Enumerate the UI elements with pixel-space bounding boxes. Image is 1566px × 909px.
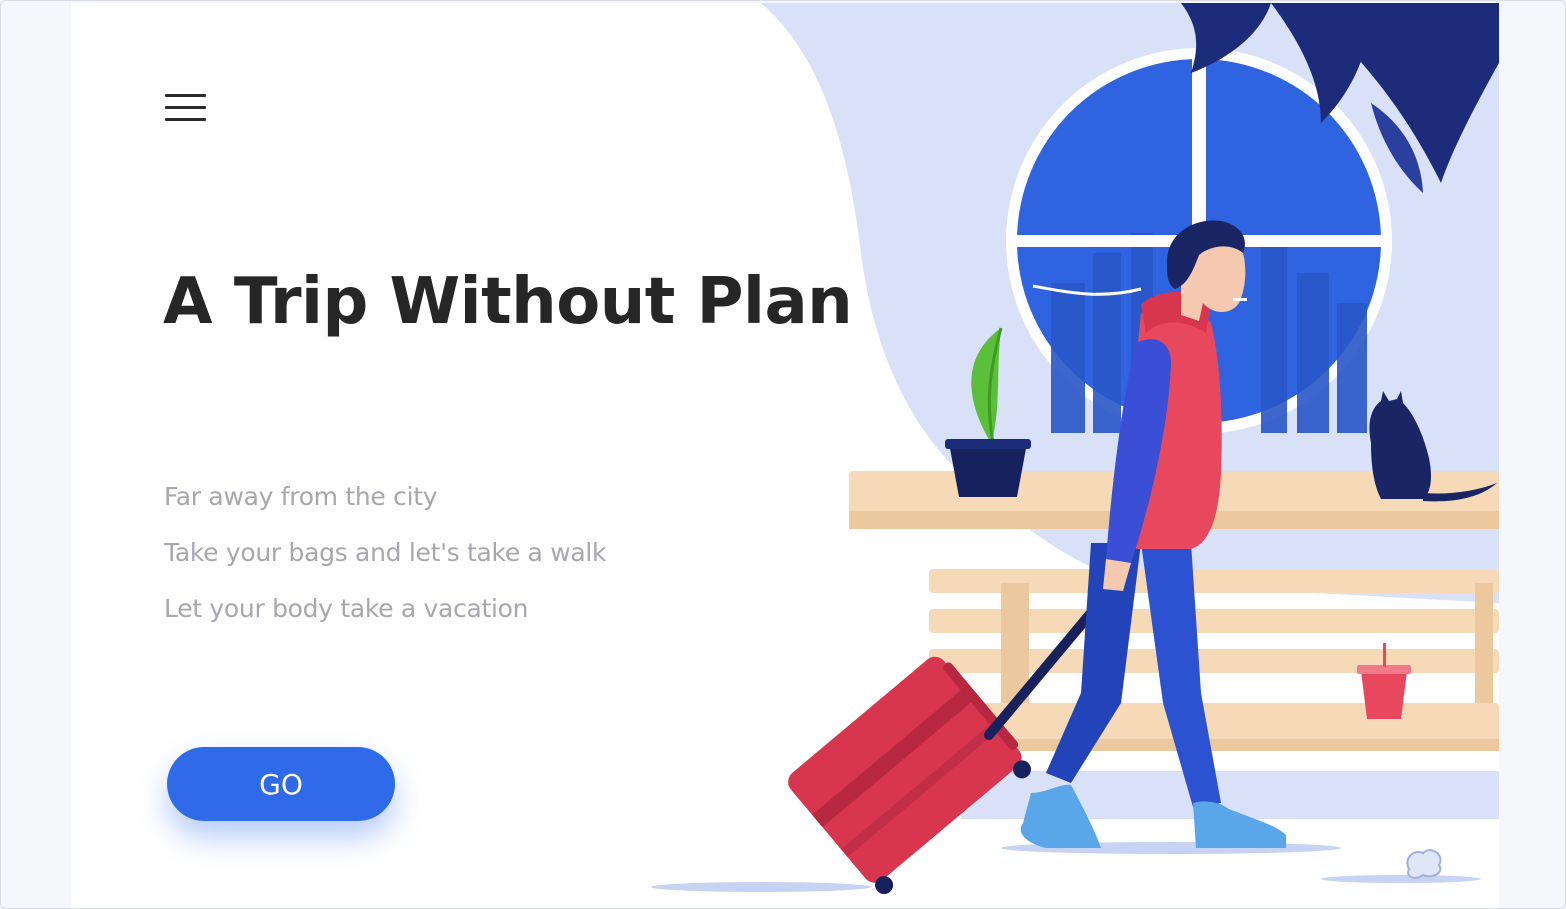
app-frame: A Trip Without Plan Far away from the ci…: [0, 0, 1566, 909]
tagline-item: Take your bags and let's take a walk: [164, 538, 607, 567]
tagline-list: Far away from the city Take your bags an…: [164, 469, 607, 637]
tagline-item: Far away from the city: [164, 482, 438, 511]
tagline-item: Let your body take a vacation: [164, 594, 529, 623]
suitcase: [788, 656, 1031, 895]
menu-button[interactable]: [165, 91, 207, 123]
page-title: A Trip Without Plan: [163, 265, 853, 339]
landing-card: A Trip Without Plan Far away from the ci…: [71, 3, 1499, 908]
crumpled-paper: [1406, 849, 1442, 879]
go-button[interactable]: GO: [167, 747, 395, 821]
